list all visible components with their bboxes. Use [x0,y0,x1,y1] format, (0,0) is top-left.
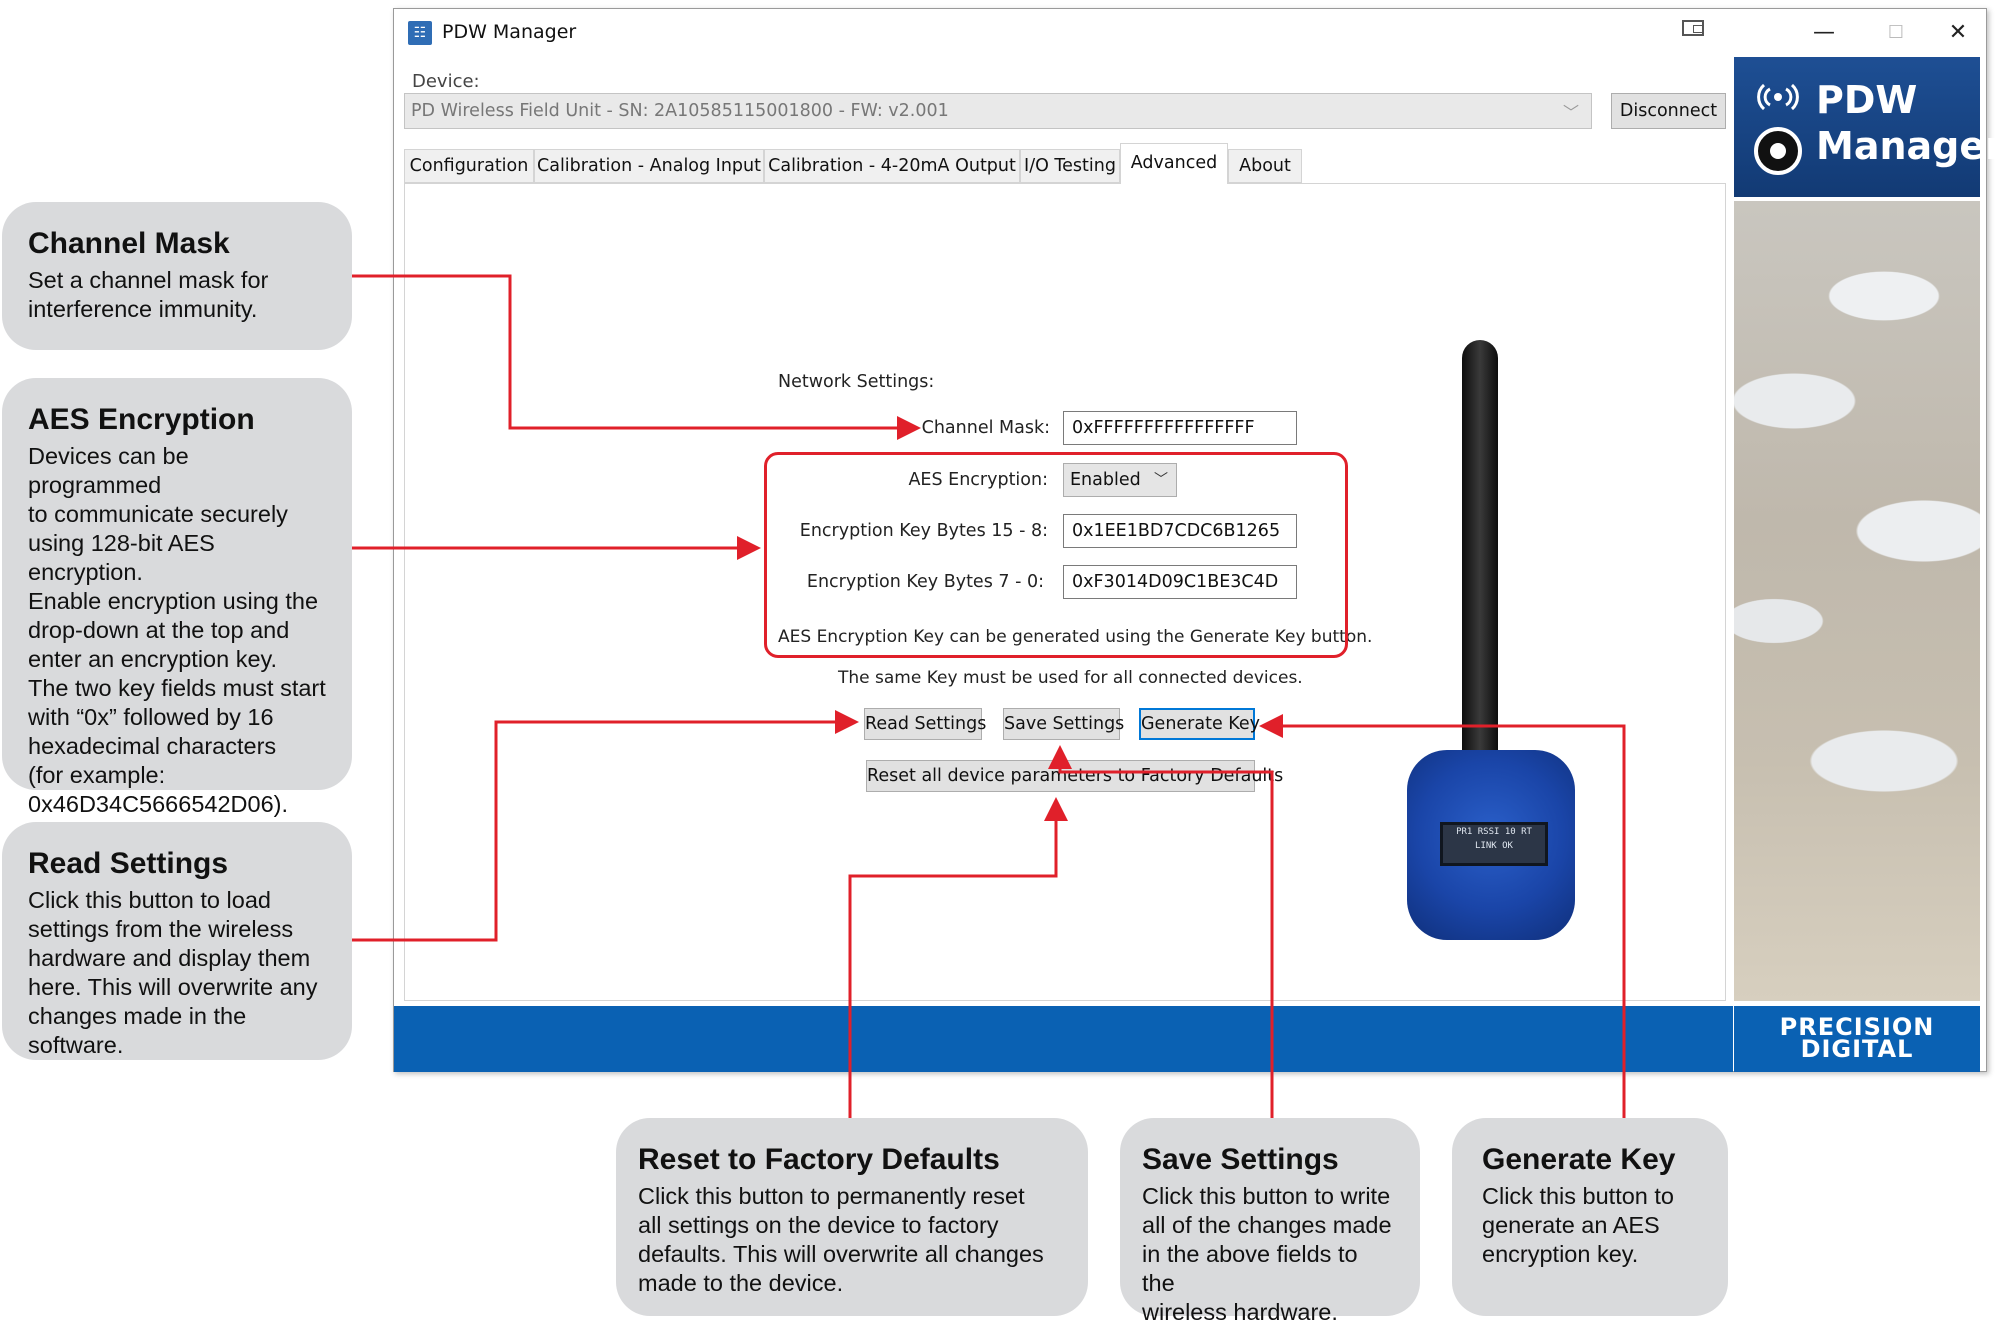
tab-advanced[interactable]: Advanced [1120,143,1228,184]
arrow-read-settings [352,710,859,942]
arrow-reset-defaults [848,797,1068,1118]
arrow-save-settings [1048,745,1274,1118]
arrow-channel-mask [352,274,921,440]
arrow-generate-key [1259,714,1626,1118]
annotation-arrows [352,274,1626,1118]
